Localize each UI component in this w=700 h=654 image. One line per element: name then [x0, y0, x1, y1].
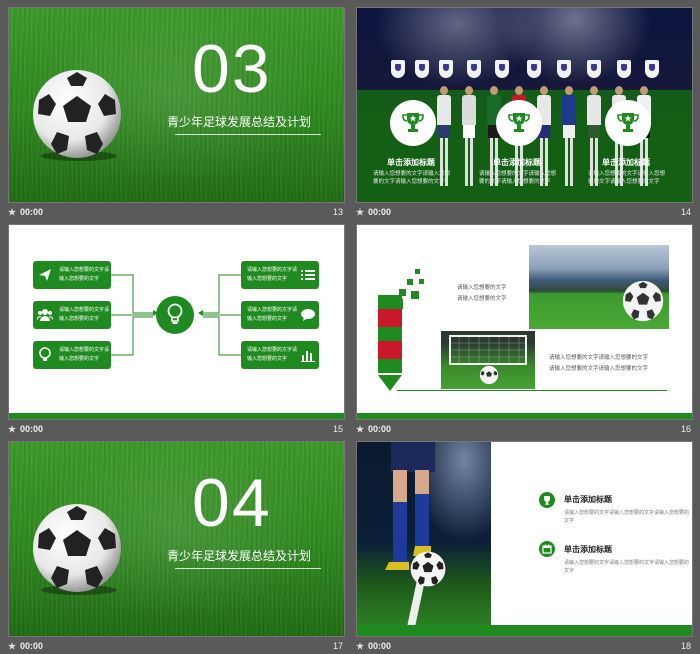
slide-meta: 00:00 17 [8, 639, 345, 654]
card-title: 单击添加标题 [387, 158, 435, 167]
transition-star-icon [356, 208, 364, 216]
slide-13: 03 青少年足球发展总结及计划 [8, 7, 345, 203]
bottom-accent-bar [357, 413, 692, 419]
item-title: 单击添加标题 [564, 545, 612, 554]
item-title: 单击添加标题 [564, 495, 612, 504]
club-crest-icon [527, 60, 541, 78]
photo-stadium-ball [529, 245, 669, 329]
bottom-accent-bar [9, 413, 344, 419]
trophy-icon [402, 113, 424, 132]
text-line: 请输入您想要的文字请输入您想要的文字 [549, 366, 649, 372]
slide-17: 04 青少年足球发展总结及计划 [8, 441, 345, 637]
slide-time: 00:00 [8, 424, 43, 434]
slide-time: 00:00 [356, 641, 391, 651]
bottom-accent-bar [357, 625, 692, 636]
section-number: 04 [192, 465, 272, 541]
slide-thumbnail-16[interactable]: 请输入您想要的文字 请输入您想要的文字 请输入您想要的文字请输入您想要的文字 请… [356, 224, 693, 437]
text-line: 请输入您想要的文字请输入您想要的文字 [549, 355, 649, 361]
calendar-icon [542, 544, 552, 554]
slide-15: 请输入您想要的文字请 输入您想要的文字 请输入您想要的文字请 输入您想要的文字 … [8, 224, 345, 420]
slide-number: 14 [680, 207, 691, 217]
trophy-badge [496, 100, 542, 146]
slide-thumbnail-13[interactable]: 03 青少年足球发展总结及计划 00:00 13 [8, 7, 345, 220]
card-text: 请输入您想要的文字请输入您想要的文字请输入您想要的文字 [588, 171, 666, 185]
club-crest-icon [467, 60, 481, 78]
soccer-ball-image [33, 70, 121, 161]
slide-time: 00:00 [356, 424, 391, 434]
slide-number: 18 [680, 641, 691, 651]
soccer-ball-image [622, 280, 664, 322]
slide-16: 请输入您想要的文字 请输入您想要的文字 请输入您想要的文字请输入您想要的文字 请… [356, 224, 693, 420]
soccer-ball-image [33, 504, 121, 595]
card-title: 单击添加标题 [493, 158, 541, 167]
section-title: 青少年足球发展总结及计划 [167, 549, 312, 563]
player-figure [562, 86, 576, 196]
club-crest-icon [617, 60, 631, 78]
transition-star-icon [8, 208, 16, 216]
item-badge [539, 492, 555, 508]
club-crest-icon [415, 60, 429, 78]
slide-18: 单击添加标题 请输入您想要的文字请输入您想要的文字请输入您想要的文字 单击添加标… [356, 441, 693, 637]
trophy-badge [605, 100, 651, 146]
photo-goal-ball [441, 331, 535, 389]
slide-number: 15 [332, 424, 343, 434]
slide-meta: 00:00 13 [8, 205, 345, 220]
trophy-icon [508, 113, 530, 132]
item-text: 请输入您想要的文字请输入您想要的文字请输入您想要的文字 [564, 510, 690, 524]
trophy-icon [617, 113, 639, 132]
slide-meta: 00:00 14 [356, 205, 693, 220]
transition-star-icon [356, 425, 364, 433]
card-title: 单击添加标题 [602, 158, 650, 167]
item-badge [539, 541, 555, 557]
slide-14: 单击添加标题 请输入您想要的文字请输入您想要的文字请输入您想要的文字 单击添加标… [356, 7, 693, 203]
center-circle [156, 296, 194, 334]
soccer-ball-image [479, 365, 499, 385]
club-crest-icon [439, 60, 453, 78]
soccer-ball-image [410, 551, 446, 587]
club-crest-icon [391, 60, 405, 78]
text-line: 请输入您想要的文字 [457, 296, 507, 302]
section-number: 03 [192, 31, 272, 107]
transition-star-icon [8, 642, 16, 650]
slide-thumbnail-15[interactable]: 请输入您想要的文字请 输入您想要的文字 请输入您想要的文字请 输入您想要的文字 … [8, 224, 345, 437]
item-text: 请输入您想要的文字请输入您想要的文字请输入您想要的文字 [564, 560, 690, 574]
slide-thumbnail-17[interactable]: 04 青少年足球发展总结及计划 00:00 17 [8, 441, 345, 654]
slide-meta: 00:00 16 [356, 422, 693, 437]
club-crest-icon [557, 60, 571, 78]
card-text: 请输入您想要的文字请输入您想要的文字请输入您想要的文字 [479, 171, 557, 185]
slide-thumbnail-18[interactable]: 单击添加标题 请输入您想要的文字请输入您想要的文字请输入您想要的文字 单击添加标… [356, 441, 693, 654]
player-figure [462, 86, 476, 196]
goal-net-image [449, 335, 527, 365]
transition-star-icon [8, 425, 16, 433]
pencil-graphic [378, 269, 424, 391]
section-title: 青少年足球发展总结及计划 [167, 115, 312, 129]
club-crest-icon [645, 60, 659, 78]
club-crest-icon [495, 60, 509, 78]
slide-time: 00:00 [356, 207, 391, 217]
slide-meta: 00:00 18 [356, 639, 693, 654]
trophy-badge [390, 100, 436, 146]
slide-number: 13 [332, 207, 343, 217]
slide-number: 17 [332, 641, 343, 651]
title-underline [175, 134, 321, 135]
lightbulb-icon [167, 303, 183, 324]
transition-star-icon [356, 642, 364, 650]
slide-time: 00:00 [8, 641, 43, 651]
pitch-line [407, 582, 425, 625]
slide-thumbnail-14[interactable]: 单击添加标题 请输入您想要的文字请输入您想要的文字请输入您想要的文字 单击添加标… [356, 7, 693, 220]
text-line: 请输入您想要的文字 [457, 285, 507, 291]
player-kick-photo [357, 442, 491, 625]
trophy-icon [544, 496, 550, 505]
slide-time: 00:00 [8, 207, 43, 217]
title-underline [175, 568, 321, 569]
slide-number: 16 [680, 424, 691, 434]
baseline-rule [397, 390, 667, 391]
club-crest-icon [587, 60, 601, 78]
card-text: 请输入您想要的文字请输入您想要的文字请输入您想要的文字 [373, 171, 451, 185]
slide-meta: 00:00 15 [8, 422, 345, 437]
